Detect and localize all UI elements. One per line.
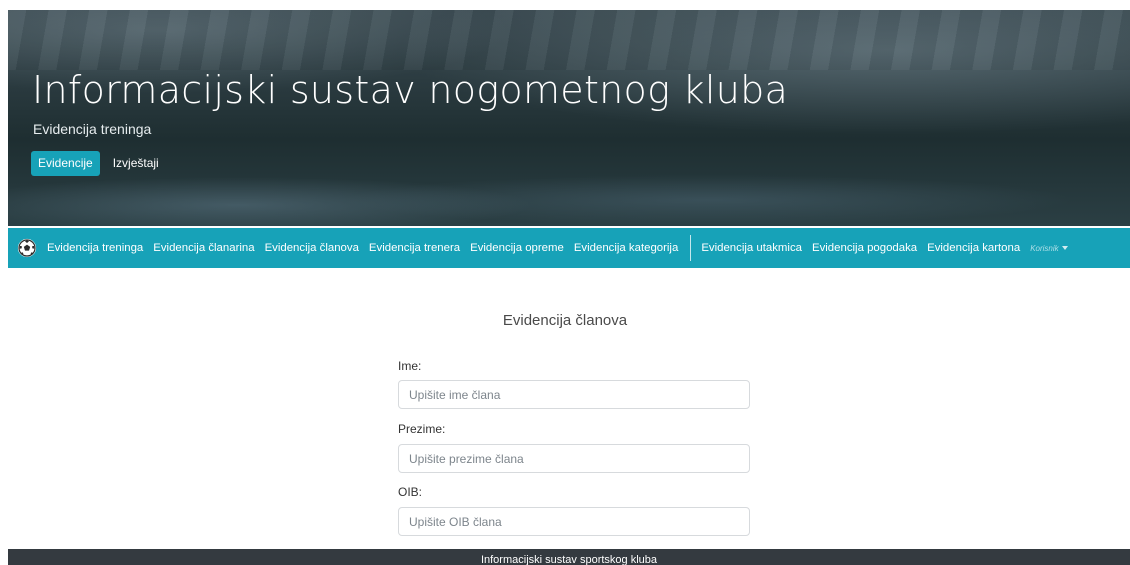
footer-text: Informacijski sustav sportskog kluba [480,554,658,565]
member-form: Ime: Prezime: OIB: [398,358,750,536]
page-title: Evidencija članova [502,312,628,329]
nav-evidencija-opreme[interactable]: Evidencija opreme [470,242,564,254]
page-footer: Informacijski sustav sportskog kluba [8,549,1130,565]
nav-evidencija-kategorija[interactable]: Evidencija kategorija [574,242,678,254]
oib-label: OIB: [398,485,423,499]
nav-evidencija-utakmica[interactable]: Evidencija utakmica [701,242,802,254]
soccer-ball-icon[interactable] [17,238,37,258]
user-dropdown[interactable]: Korisnik [1030,243,1068,253]
hero-subtitle: Evidencija treninga [33,121,152,137]
nav-divider [690,235,692,261]
ime-input[interactable] [398,380,750,409]
prezime-input[interactable] [398,444,750,473]
nav-evidencija-kartona[interactable]: Evidencija kartona [927,242,1020,254]
hero-title: Informacijski sustav nogometnog kluba [32,68,789,112]
oib-input[interactable] [398,507,750,536]
main-navbar: Evidencija treninga Evidencija članarina… [8,228,1130,268]
izvjestaji-button[interactable]: Izvještaji [106,151,166,176]
nav-evidencija-trenera[interactable]: Evidencija trenera [369,242,460,254]
prezime-label: Prezime: [398,422,446,436]
nav-evidencija-clanarina[interactable]: Evidencija članarina [153,242,254,254]
user-label: Korisnik [1030,243,1059,253]
hero-buttons: Evidencije Izvještaji [31,151,166,176]
chevron-down-icon [1061,246,1068,250]
ime-label: Ime: [398,359,422,373]
evidencije-button[interactable]: Evidencije [31,151,100,176]
nav-evidencija-pogodaka[interactable]: Evidencija pogodaka [812,242,917,254]
hero-banner: Informacijski sustav nogometnog kluba Ev… [8,10,1130,226]
nav-evidencija-treninga[interactable]: Evidencija treninga [47,242,143,254]
nav-evidencija-clanova[interactable]: Evidencija članova [265,242,359,254]
